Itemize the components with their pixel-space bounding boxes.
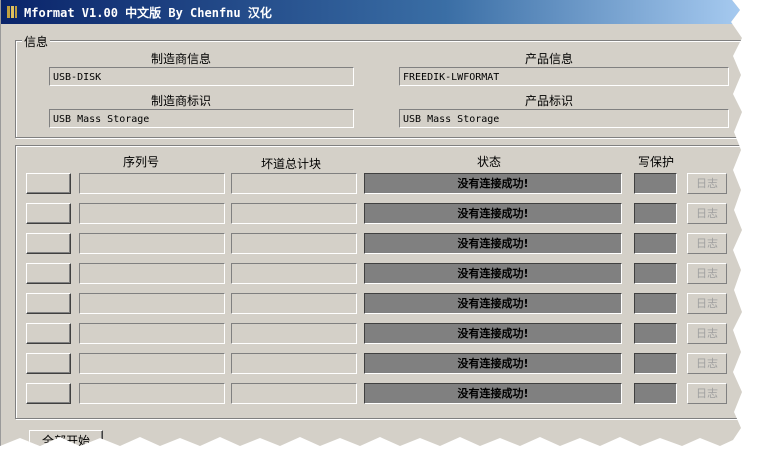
log-button[interactable]: 日志: [687, 173, 727, 194]
vendor-id-label: 制造商标识: [150, 94, 211, 108]
log-button[interactable]: 日志: [687, 293, 727, 314]
bad-blocks-field: [231, 353, 357, 374]
serial-field: [79, 353, 225, 374]
header-serial: 序列号: [122, 155, 159, 169]
product-info-field[interactable]: FREEDIK-LWFORMAT: [399, 67, 729, 86]
row-select-button[interactable]: [26, 323, 71, 344]
write-protect-field: [634, 233, 677, 254]
serial-field: [79, 233, 225, 254]
write-protect-field: [634, 263, 677, 284]
header-bad-blocks: 坏道总计块: [260, 157, 321, 171]
info-group-title: 信息: [22, 33, 51, 50]
write-protect-field: [634, 293, 677, 314]
status-field: 没有连接成功!: [364, 233, 622, 254]
product-info-label: 产品信息: [524, 52, 573, 66]
status-field: 没有连接成功!: [364, 323, 622, 344]
log-button[interactable]: 日志: [687, 233, 727, 254]
start-all-button[interactable]: 全部开始: [29, 430, 103, 446]
log-button[interactable]: 日志: [687, 323, 727, 344]
write-protect-field: [634, 353, 677, 374]
row-select-button[interactable]: [26, 353, 71, 374]
status-field: 没有连接成功!: [364, 263, 622, 284]
serial-field: [79, 383, 225, 404]
product-id-field[interactable]: USB Mass Storage: [399, 109, 729, 128]
app-icon: [4, 4, 20, 20]
write-protect-field: [634, 203, 677, 224]
write-protect-field: [634, 173, 677, 194]
serial-field: [79, 323, 225, 344]
bad-blocks-field: [231, 233, 357, 254]
row-select-button[interactable]: [26, 233, 71, 254]
title-bar[interactable]: Mformat V1.00 中文版 By Chenfnu 汉化: [1, 0, 741, 24]
serial-field: [79, 203, 225, 224]
mformat-window: Mformat V1.00 中文版 By Chenfnu 汉化 信息 制造商信息…: [0, 0, 742, 446]
status-field: 没有连接成功!: [364, 203, 622, 224]
write-protect-field: [634, 323, 677, 344]
status-field: 没有连接成功!: [364, 353, 622, 374]
serial-field: [79, 173, 225, 194]
bad-blocks-field: [231, 173, 357, 194]
log-button[interactable]: 日志: [687, 353, 727, 374]
row-select-button[interactable]: [26, 383, 71, 404]
bad-blocks-field: [231, 383, 357, 404]
write-protect-field: [634, 383, 677, 404]
row-select-button[interactable]: [26, 263, 71, 284]
row-select-button[interactable]: [26, 203, 71, 224]
row-select-button[interactable]: [26, 293, 71, 314]
bad-blocks-field: [231, 263, 357, 284]
bad-blocks-field: [231, 203, 357, 224]
bad-blocks-field: [231, 293, 357, 314]
serial-field: [79, 293, 225, 314]
row-select-button[interactable]: [26, 173, 71, 194]
log-button[interactable]: 日志: [687, 203, 727, 224]
vendor-info-label: 制造商信息: [150, 52, 211, 66]
status-field: 没有连接成功!: [364, 383, 622, 404]
window-title: Mformat V1.00 中文版 By Chenfnu 汉化: [24, 5, 272, 20]
vendor-info-field[interactable]: USB-DISK: [49, 67, 354, 86]
product-id-label: 产品标识: [524, 94, 573, 108]
log-button[interactable]: 日志: [687, 263, 727, 284]
log-button[interactable]: 日志: [687, 383, 727, 404]
status-field: 没有连接成功!: [364, 173, 622, 194]
header-write-protect: 写保护: [637, 155, 674, 169]
bad-blocks-field: [231, 323, 357, 344]
vendor-id-field[interactable]: USB Mass Storage: [49, 109, 354, 128]
serial-field: [79, 263, 225, 284]
status-field: 没有连接成功!: [364, 293, 622, 314]
header-status: 状态: [476, 155, 501, 169]
